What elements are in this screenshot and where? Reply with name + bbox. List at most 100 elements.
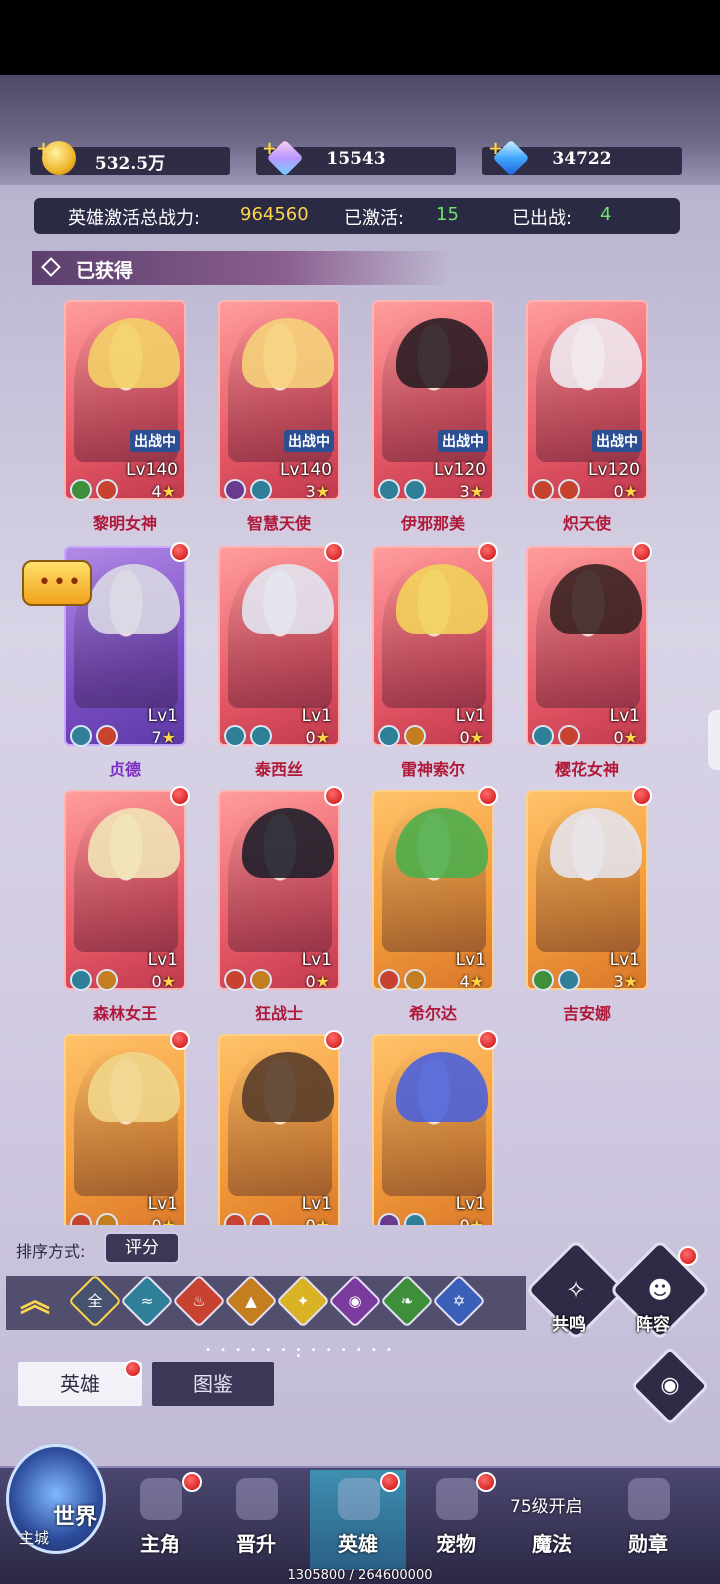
nav-advance-label: 晋升 <box>236 1532 276 1556</box>
water-element-icon <box>558 969 580 991</box>
hero-stats-bar: 英雄激活总战力: 964560 已激活: 15 已出战: 4 <box>34 198 680 234</box>
earth-element-icon <box>250 969 272 991</box>
advance-icon <box>236 1478 278 1520</box>
hero-star-count: 3 <box>613 972 624 991</box>
hero-name: 吉安娜 <box>562 1004 611 1023</box>
gold-currency[interactable]: + 532.5万 <box>30 138 230 175</box>
star-icon: ★ <box>316 1216 330 1225</box>
hero-portrait <box>536 558 642 708</box>
fire-element-icon <box>532 479 554 501</box>
earth-element-icon <box>96 1213 118 1225</box>
dark-element-icon <box>378 1213 400 1225</box>
notification-dot <box>324 1030 344 1050</box>
hero-card[interactable]: Lv1 0★ <box>218 542 344 747</box>
nav-medal-label: 勋章 <box>628 1532 668 1556</box>
nav-heroes-label: 英雄 <box>338 1532 378 1556</box>
hero-name: 智慧天使 <box>246 514 311 533</box>
hero-stars: 0★ <box>613 728 638 747</box>
chat-bubble-icon[interactable]: ••• <box>22 560 92 606</box>
hero-card[interactable]: Lv1 0★ <box>64 786 190 991</box>
hero-card[interactable]: Lv1 0★ <box>372 1030 498 1225</box>
hero-name: 雷神索尔 <box>400 760 465 779</box>
blue-diamond-currency[interactable]: + 34722 <box>482 138 682 177</box>
hero-star-count: 0 <box>459 1216 469 1225</box>
water-element-icon <box>250 725 272 747</box>
hero-level: Lv140 <box>126 460 178 480</box>
hero-stars: 0★ <box>151 972 176 991</box>
sort-select[interactable]: 评分 <box>104 1232 180 1264</box>
close-icon: ◉ <box>660 1373 680 1398</box>
filter-label: ❧ <box>400 1292 414 1310</box>
deployed-label: 已出战: <box>512 208 573 229</box>
close-button[interactable]: ◉ <box>630 1346 710 1426</box>
world-label: 世界 <box>53 1505 98 1530</box>
side-drawer-handle[interactable] <box>708 710 720 770</box>
hero-level: Lv120 <box>434 460 486 480</box>
nav-pets-dot <box>476 1472 496 1492</box>
hero-portrait <box>382 558 488 708</box>
tab-codex[interactable]: 图鉴 <box>152 1362 274 1406</box>
star-icon: ★ <box>315 972 330 991</box>
hero-level: Lv1 <box>455 1194 486 1214</box>
hero-card[interactable]: Lv1 0★ <box>218 1030 344 1225</box>
hero-card[interactable]: Lv1 0★ <box>372 542 498 747</box>
hero-stars: 0★ <box>305 1216 330 1225</box>
star-icon: ★ <box>469 728 484 747</box>
notification-dot <box>478 1030 498 1050</box>
notification-dot <box>170 786 190 806</box>
water-element-icon <box>378 479 400 501</box>
hero-card[interactable]: 出战中 Lv120 0★ <box>526 300 648 501</box>
notification-dot <box>324 786 344 806</box>
hero-stars: 0★ <box>305 728 330 747</box>
filter-label: ◉ <box>348 1292 362 1310</box>
hero-stars: 3★ <box>305 482 330 501</box>
world-button[interactable]: 世界 主城 <box>6 1444 106 1554</box>
hero-level: Lv1 <box>609 950 640 970</box>
hero-name: 炽天使 <box>562 514 611 533</box>
hero-stars: 7★ <box>151 728 176 747</box>
hero-card[interactable]: 出战中 Lv140 3★ <box>218 300 340 501</box>
notification-dot <box>324 542 344 562</box>
hero-name: 泰西丝 <box>254 760 303 779</box>
nav-advance[interactable]: 晋升 <box>208 1470 304 1570</box>
star-icon: ★ <box>162 1216 176 1225</box>
hero-name: 狂战士 <box>254 1004 303 1023</box>
hero-card[interactable]: Lv1 4★ <box>372 786 498 991</box>
pets-icon <box>436 1478 478 1520</box>
pink-diamond-currency[interactable]: + 15543 <box>256 138 456 177</box>
hero-level: Lv1 <box>301 1194 332 1214</box>
star-icon: ★ <box>469 972 484 991</box>
obtained-section-header: 已获得 <box>32 251 452 285</box>
nav-medal[interactable]: 勋章 <box>600 1470 696 1570</box>
star-icon: ★ <box>161 728 176 747</box>
hero-card[interactable]: 出战中 Lv120 3★ <box>372 300 494 501</box>
pink-diamond-value: 15543 <box>326 149 386 169</box>
hero-card[interactable]: Lv1 3★ <box>526 786 652 991</box>
gold-value: 532.5万 <box>94 154 166 174</box>
hero-name: 贞德 <box>108 760 141 779</box>
filter-label: ▲ <box>245 1292 257 1310</box>
resonance-label: 共鸣 <box>552 1315 586 1335</box>
hero-card[interactable]: Lv1 0★ <box>218 786 344 991</box>
section-title: 已获得 <box>76 260 134 282</box>
hero-card[interactable]: Lv1 0★ <box>526 542 652 747</box>
activated-label: 已激活: <box>344 208 405 229</box>
nav-magic[interactable]: 魔法 <box>504 1470 600 1570</box>
hero-grid[interactable]: 出战中 Lv140 4★ 黎明女神 出战中 Lv140 3★ 智慧天使 出战中 Lv120 3★ 伊邪… <box>0 300 720 1225</box>
fire-element-icon <box>224 1213 246 1225</box>
fire-element-icon <box>250 1213 272 1225</box>
deployed-value: 4 <box>600 204 612 225</box>
hero-portrait <box>228 802 334 952</box>
status-bar <box>0 0 720 75</box>
fire-element-icon <box>96 725 118 747</box>
collapse-chevron-icon[interactable]: ︽ <box>12 1282 58 1322</box>
earth-element-icon <box>404 969 426 991</box>
notification-dot <box>632 786 652 806</box>
star-icon: ★ <box>469 482 484 501</box>
hero-star-count: 3 <box>459 482 470 501</box>
hero-stars: 4★ <box>459 972 484 991</box>
hero-card[interactable]: Lv1 0★ <box>64 1030 190 1225</box>
dark-element-icon <box>224 479 246 501</box>
hero-star-count: 4 <box>459 972 470 991</box>
hero-card[interactable]: 出战中 Lv140 4★ <box>64 300 186 501</box>
